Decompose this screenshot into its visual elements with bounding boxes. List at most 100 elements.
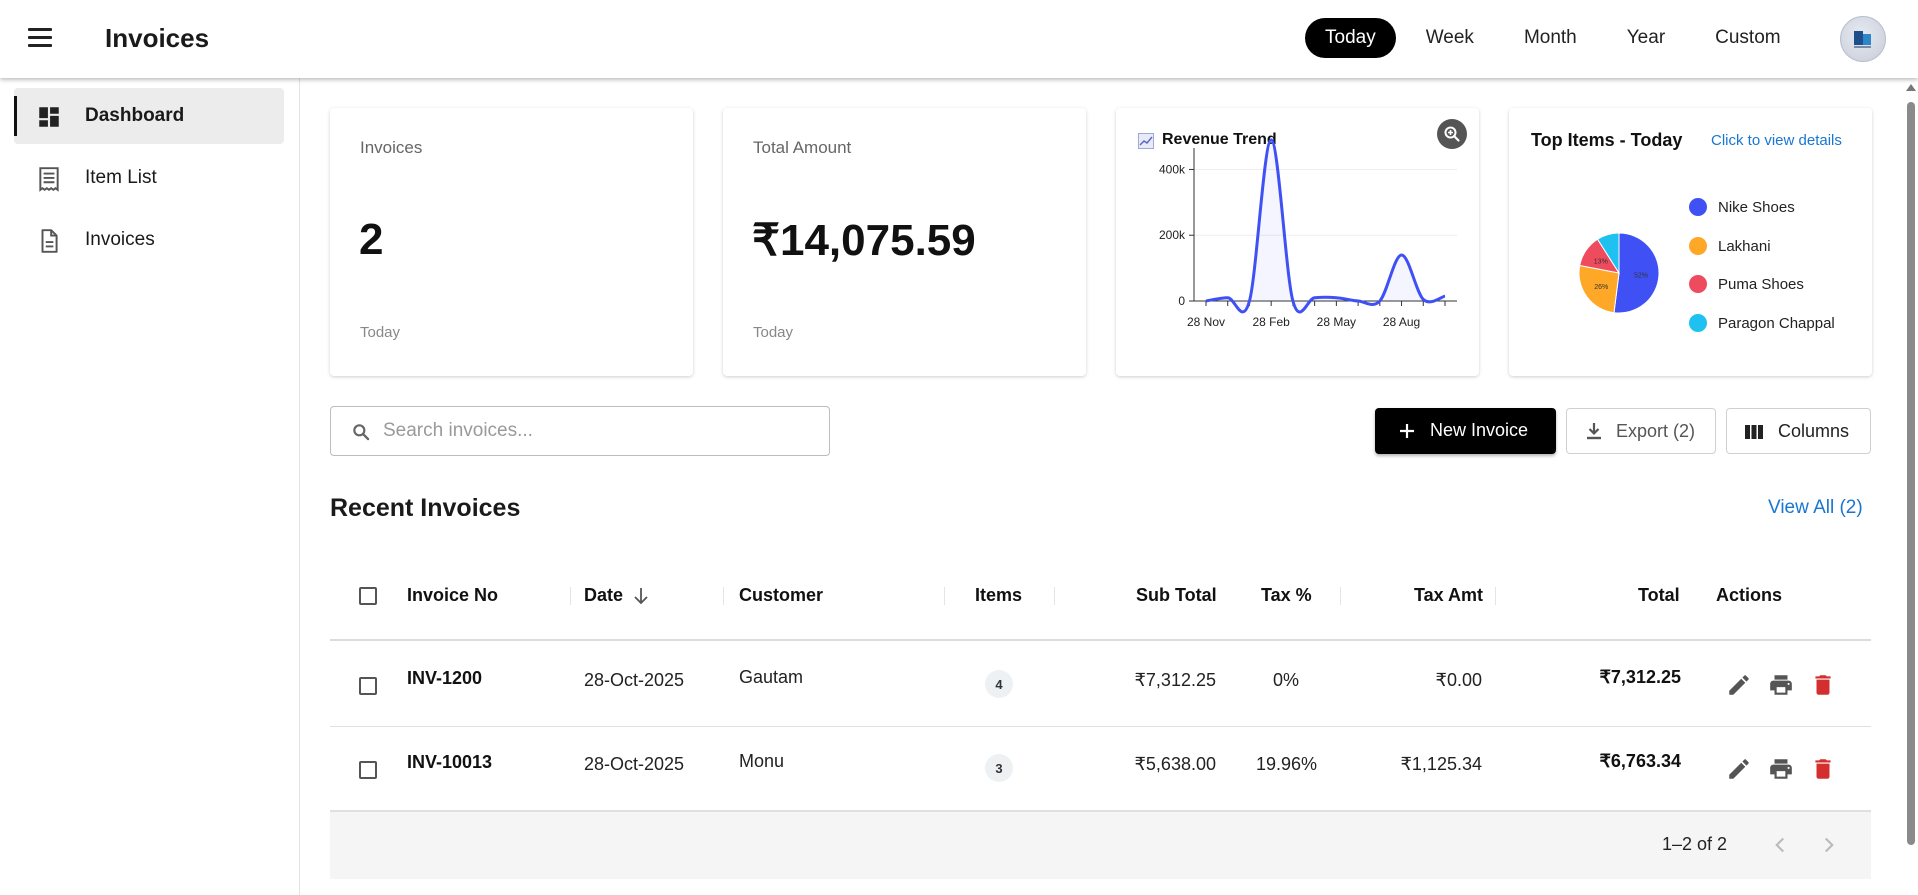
legend-label: Puma Shoes: [1718, 275, 1804, 293]
card-label: Invoices: [360, 138, 423, 157]
table-header: Invoice No Date Customer Items Sub Total…: [330, 555, 1871, 641]
tab-week[interactable]: Week: [1406, 18, 1494, 58]
revenue-trend-card: Revenue Trend 0 200k 400k 28 Nov 28 Feb 28 Ma…: [1116, 108, 1479, 376]
scrollbar[interactable]: [1903, 78, 1918, 895]
legend-swatch: [1689, 198, 1707, 216]
card-label: Total Amount: [753, 138, 852, 157]
view-details-link[interactable]: Click to view details: [1711, 132, 1842, 149]
new-invoice-button[interactable]: New Invoice: [1375, 408, 1556, 454]
section-title: Recent Invoices: [330, 494, 521, 522]
scroll-up-arrow-icon[interactable]: [1906, 84, 1916, 91]
legend-item-nike-shoes: Nike Shoes: [1689, 196, 1795, 218]
column-divider[interactable]: [570, 587, 571, 605]
invoice-date: 28-Oct-2025: [584, 670, 685, 690]
avatar-logo-icon: [1854, 31, 1871, 48]
sidebar-item-label: Item List: [85, 167, 157, 188]
dashboard-icon: [39, 107, 59, 127]
next-page-icon[interactable]: [1816, 832, 1842, 858]
legend-swatch: [1689, 275, 1707, 293]
column-header-items[interactable]: Items: [975, 585, 1022, 606]
table-row[interactable]: INV-1200 28-Oct-2025 Gautam 4 ₹7,312.25 …: [330, 643, 1871, 727]
sort-descending-icon[interactable]: [632, 586, 650, 606]
export-button[interactable]: Export (2): [1566, 408, 1716, 454]
pie-slice-label: 52%: [1634, 272, 1648, 279]
previous-page-icon[interactable]: [1767, 832, 1793, 858]
period-tabs: Today Week Month Year Custom: [1305, 18, 1811, 58]
tab-year[interactable]: Year: [1607, 18, 1685, 58]
column-header-total[interactable]: Total: [1638, 585, 1680, 606]
tab-custom[interactable]: Custom: [1695, 18, 1800, 58]
edit-icon[interactable]: [1726, 756, 1752, 782]
avatar[interactable]: [1840, 16, 1886, 62]
table-row[interactable]: INV-10013 28-Oct-2025 Monu 3 ₹5,638.00 1…: [330, 727, 1871, 811]
pagination-range: 1–2 of 2: [1662, 834, 1728, 854]
column-divider[interactable]: [1495, 587, 1496, 605]
column-header-actions: Actions: [1716, 585, 1783, 605]
tab-month[interactable]: Month: [1504, 18, 1597, 58]
sub-total: ₹7,312.25: [1134, 670, 1216, 690]
y-tick-label: 400k: [1159, 162, 1186, 176]
column-divider[interactable]: [944, 587, 945, 605]
card-value: 2: [359, 215, 384, 264]
download-icon: [1587, 423, 1601, 440]
items-count-chip: 4: [985, 670, 1013, 698]
column-divider[interactable]: [1054, 587, 1055, 605]
column-header-invoice-no[interactable]: Invoice No: [407, 585, 498, 606]
column-header-tax-amt[interactable]: Tax Amt: [1414, 585, 1483, 606]
sidebar-item-label: Invoices: [85, 229, 155, 250]
x-tick-label: 28 May: [1317, 315, 1356, 329]
columns-button[interactable]: Columns: [1726, 408, 1871, 454]
column-header-sub-total[interactable]: Sub Total: [1136, 585, 1217, 606]
legend-swatch: [1689, 237, 1707, 255]
legend-item-lakhani: Lakhani: [1689, 235, 1771, 257]
legend-item-paragon-chappal: Paragon Chappal: [1689, 312, 1835, 334]
column-divider[interactable]: [723, 587, 724, 605]
legend-label: Nike Shoes: [1718, 198, 1795, 216]
sidebar-item-item-list[interactable]: Item List: [14, 150, 284, 206]
menu-icon[interactable]: [22, 24, 58, 52]
revenue-area-fill: [1206, 139, 1445, 313]
invoice-number[interactable]: INV-1200: [407, 668, 482, 689]
tab-today[interactable]: Today: [1305, 18, 1396, 58]
page-title: Invoices: [105, 23, 210, 53]
column-header-customer[interactable]: Customer: [739, 585, 823, 606]
button-label: Export (2): [1616, 421, 1696, 441]
tax-amount: ₹1,125.34: [1400, 754, 1482, 774]
invoice-total: ₹6,763.34: [1599, 751, 1681, 771]
x-tick-label: 28 Feb: [1253, 315, 1291, 329]
document-icon: [41, 229, 58, 253]
search-input[interactable]: [383, 417, 803, 445]
column-header-date[interactable]: Date: [584, 585, 623, 606]
sidebar-item-invoices[interactable]: Invoices: [14, 212, 284, 268]
card-value: ₹14,075.59: [752, 216, 976, 265]
row-checkbox[interactable]: [359, 677, 377, 695]
scroll-thumb[interactable]: [1907, 102, 1915, 845]
print-icon[interactable]: [1768, 756, 1794, 782]
chart-title: Top Items - Today: [1531, 130, 1683, 150]
card-period: Today: [360, 324, 401, 341]
x-tick-label: 28 Aug: [1383, 315, 1420, 329]
search-field[interactable]: [330, 406, 830, 456]
items-count-chip: 3: [985, 754, 1013, 782]
legend-swatch: [1689, 314, 1707, 332]
view-all-link[interactable]: View All (2): [1768, 497, 1863, 519]
button-label: Columns: [1778, 421, 1850, 441]
print-icon[interactable]: [1768, 672, 1794, 698]
revenue-trend-chart: 0 200k 400k 28 Nov 28 Feb 28 May 28 Aug: [1159, 138, 1457, 329]
button-label: New Invoice: [1430, 420, 1529, 440]
search-icon: [353, 424, 370, 441]
row-checkbox[interactable]: [359, 761, 377, 779]
column-divider[interactable]: [1340, 587, 1341, 605]
select-all-checkbox[interactable]: [359, 587, 377, 605]
column-header-tax-pct[interactable]: Tax %: [1261, 585, 1312, 606]
legend-label: Paragon Chappal: [1718, 314, 1835, 332]
edit-icon[interactable]: [1726, 672, 1752, 698]
sidebar-item-dashboard[interactable]: Dashboard: [14, 88, 284, 144]
tax-percent: 0%: [1273, 670, 1300, 690]
card-period: Today: [753, 324, 794, 341]
invoice-number[interactable]: INV-10013: [407, 752, 492, 773]
legend-label: Lakhani: [1718, 237, 1771, 255]
sidebar: Dashboard Item List Invoices: [0, 78, 300, 895]
delete-icon[interactable]: [1810, 756, 1836, 782]
delete-icon[interactable]: [1810, 672, 1836, 698]
